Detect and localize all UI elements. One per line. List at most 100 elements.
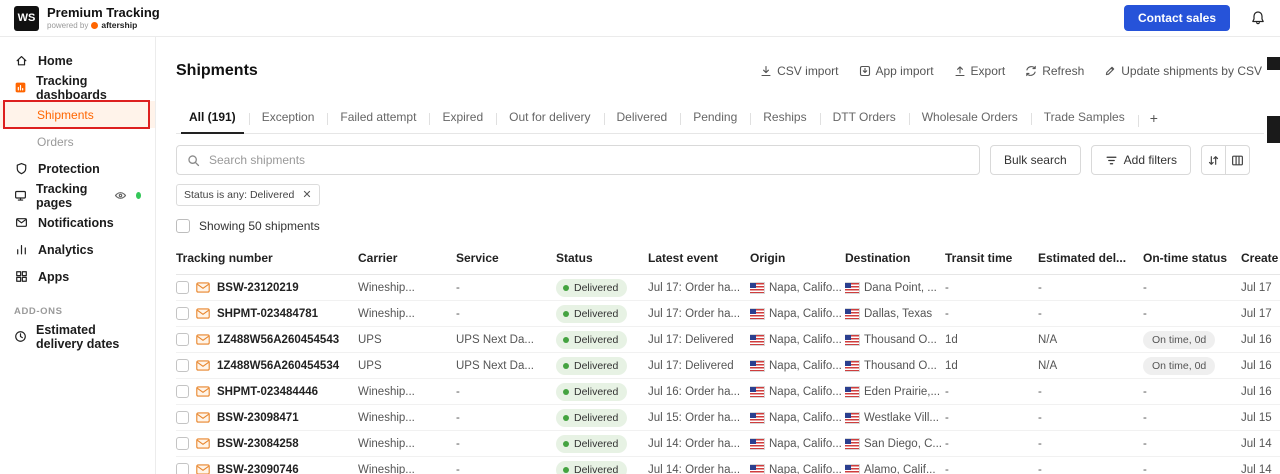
us-flag-icon (750, 413, 764, 423)
tab-pending[interactable]: Pending (680, 104, 750, 133)
tracking-number[interactable]: BSW-23090746 (217, 464, 299, 474)
tracking-number[interactable]: BSW-23120219 (217, 282, 299, 294)
columns-button[interactable] (1225, 145, 1250, 175)
status-label: Delivered (574, 308, 618, 320)
edge-widget-top[interactable] (1267, 57, 1280, 70)
column-header-on-time-status: On-time status (1143, 251, 1241, 265)
status-dot-icon (563, 467, 569, 473)
table-row[interactable]: 1Z488W56A260454543UPSUPS Next Da...Deliv… (176, 327, 1280, 353)
update-shipments-by-csv-button[interactable]: Update shipments by CSV (1104, 64, 1262, 78)
sidebar-item-shipments[interactable]: Shipments (0, 101, 155, 128)
table-row[interactable]: SHPMT-023484446Wineship...-DeliveredJul … (176, 379, 1280, 405)
table-row[interactable]: SHPMT-023484781Wineship...-DeliveredJul … (176, 301, 1280, 327)
origin-cell-label: Napa, Califo... (769, 334, 842, 346)
toolbar-label: Refresh (1042, 64, 1084, 78)
tracking-number[interactable]: 1Z488W56A260454534 (217, 360, 339, 372)
row-checkbox[interactable] (176, 437, 189, 450)
column-header-estimated-del[interactable]: Estimated del... (1038, 251, 1143, 265)
tracking-number[interactable]: SHPMT-023484446 (217, 386, 318, 398)
tab-wholesale-orders[interactable]: Wholesale Orders (909, 104, 1031, 133)
origin-cell: Napa, Califo... (750, 308, 845, 320)
on-time-cell: - (1143, 282, 1241, 294)
status-cell: Delivered (556, 435, 648, 453)
add-filters-button[interactable]: Add filters (1091, 145, 1191, 175)
sidebar-item-label: Tracking dashboards (36, 74, 141, 102)
us-flag-icon (750, 309, 764, 319)
search-box[interactable] (176, 145, 980, 175)
row-checkbox[interactable] (176, 385, 189, 398)
sidebar-item-orders[interactable]: Orders (0, 128, 155, 155)
sidebar-item-tracking-dashboards[interactable]: Tracking dashboards (0, 74, 155, 101)
origin-cell-label: Napa, Califo... (769, 360, 842, 372)
estimated-delivery-cell: - (1038, 464, 1143, 474)
on-time-cell: - (1143, 412, 1241, 424)
sidebar-item-label: Notifications (38, 216, 114, 230)
tracking-number[interactable]: BSW-23098471 (217, 412, 299, 424)
tab-failed-attempt[interactable]: Failed attempt (327, 104, 429, 133)
row-checkbox[interactable] (176, 281, 189, 294)
contact-sales-button[interactable]: Contact sales (1124, 5, 1230, 31)
table-row[interactable]: 1Z488W56A260454534UPSUPS Next Da...Deliv… (176, 353, 1280, 379)
tab-out-for-delivery[interactable]: Out for delivery (496, 104, 603, 133)
tab-trade-samples[interactable]: Trade Samples (1031, 104, 1138, 133)
sidebar-item-protection[interactable]: Protection (0, 155, 155, 182)
sidebar: HomeTracking dashboardsShipmentsOrdersPr… (0, 37, 156, 474)
table-row[interactable]: BSW-23090746Wineship...-DeliveredJul 14:… (176, 457, 1280, 474)
sidebar-item-label: Apps (38, 270, 69, 284)
origin-cell-label: Napa, Califo... (769, 282, 842, 294)
tab-all-191[interactable]: All (191) (176, 104, 249, 133)
sidebar-item-label: Tracking pages (36, 182, 103, 210)
add-tab-button[interactable]: + (1138, 106, 1170, 133)
table-row[interactable]: BSW-23098471Wineship...-DeliveredJul 15:… (176, 405, 1280, 431)
notification-bell-icon[interactable] (1250, 10, 1266, 26)
sidebar-item-tracking-pages[interactable]: Tracking pages (0, 182, 155, 209)
status-dot-icon (563, 337, 569, 343)
aftership-brand: aftership (101, 20, 137, 30)
refresh-button[interactable]: Refresh (1025, 64, 1084, 78)
edge-widget[interactable] (1267, 116, 1280, 143)
showing-count-label: Showing 50 shipments (199, 219, 320, 233)
sidebar-item-estimated-delivery-dates[interactable]: Estimated delivery dates (0, 323, 155, 350)
bulk-search-button[interactable]: Bulk search (990, 145, 1081, 175)
column-header-latest-event[interactable]: Latest event (648, 251, 750, 265)
tab-expired[interactable]: Expired (429, 104, 496, 133)
status-badge: Delivered (556, 357, 627, 375)
tracking-number[interactable]: BSW-23084258 (217, 438, 299, 450)
sidebar-item-apps[interactable]: Apps (0, 263, 155, 290)
row-checkbox[interactable] (176, 411, 189, 424)
toolbar: CSV import App import Export Refresh Update … (760, 64, 1262, 78)
status-label: Delivered (574, 360, 618, 372)
select-all-checkbox[interactable] (176, 219, 190, 233)
sidebar-item-notifications[interactable]: Notifications (0, 209, 155, 236)
remove-filter-icon[interactable]: ✕ (302, 190, 311, 201)
destination-cell: Eden Prairie,... (845, 386, 945, 398)
app-import-button[interactable]: App import (859, 64, 934, 78)
filter-chip[interactable]: Status is any: Delivered ✕ (176, 184, 320, 206)
row-checkbox[interactable] (176, 359, 189, 372)
us-flag-icon (750, 283, 764, 293)
row-checkbox[interactable] (176, 463, 189, 474)
tab-reships[interactable]: Reships (750, 104, 819, 133)
app-title: Premium Tracking (47, 6, 160, 21)
table-row[interactable]: BSW-23084258Wineship...-DeliveredJul 14:… (176, 431, 1280, 457)
estimated-delivery-cell: - (1038, 308, 1143, 320)
tracking-number[interactable]: 1Z488W56A260454543 (217, 334, 339, 346)
table-row[interactable]: BSW-23120219Wineship...-DeliveredJul 17:… (176, 275, 1280, 301)
csv-import-button[interactable]: CSV import (760, 64, 838, 78)
tab-dtt-orders[interactable]: DTT Orders (820, 104, 909, 133)
export-button[interactable]: Export (954, 64, 1006, 78)
export-icon (954, 65, 966, 77)
tracking-number[interactable]: SHPMT-023484781 (217, 308, 318, 320)
sidebar-item-analytics[interactable]: Analytics (0, 236, 155, 263)
create-date-cell: Jul 16 (1241, 386, 1280, 398)
tab-exception[interactable]: Exception (249, 104, 328, 133)
search-input[interactable] (207, 152, 969, 168)
sort-button[interactable] (1201, 145, 1226, 175)
status-dot-icon (563, 389, 569, 395)
row-checkbox[interactable] (176, 307, 189, 320)
tab-delivered[interactable]: Delivered (604, 104, 681, 133)
row-checkbox[interactable] (176, 333, 189, 346)
us-flag-icon (750, 335, 764, 345)
sidebar-item-home[interactable]: Home (0, 47, 155, 74)
us-flag-icon (750, 439, 764, 449)
